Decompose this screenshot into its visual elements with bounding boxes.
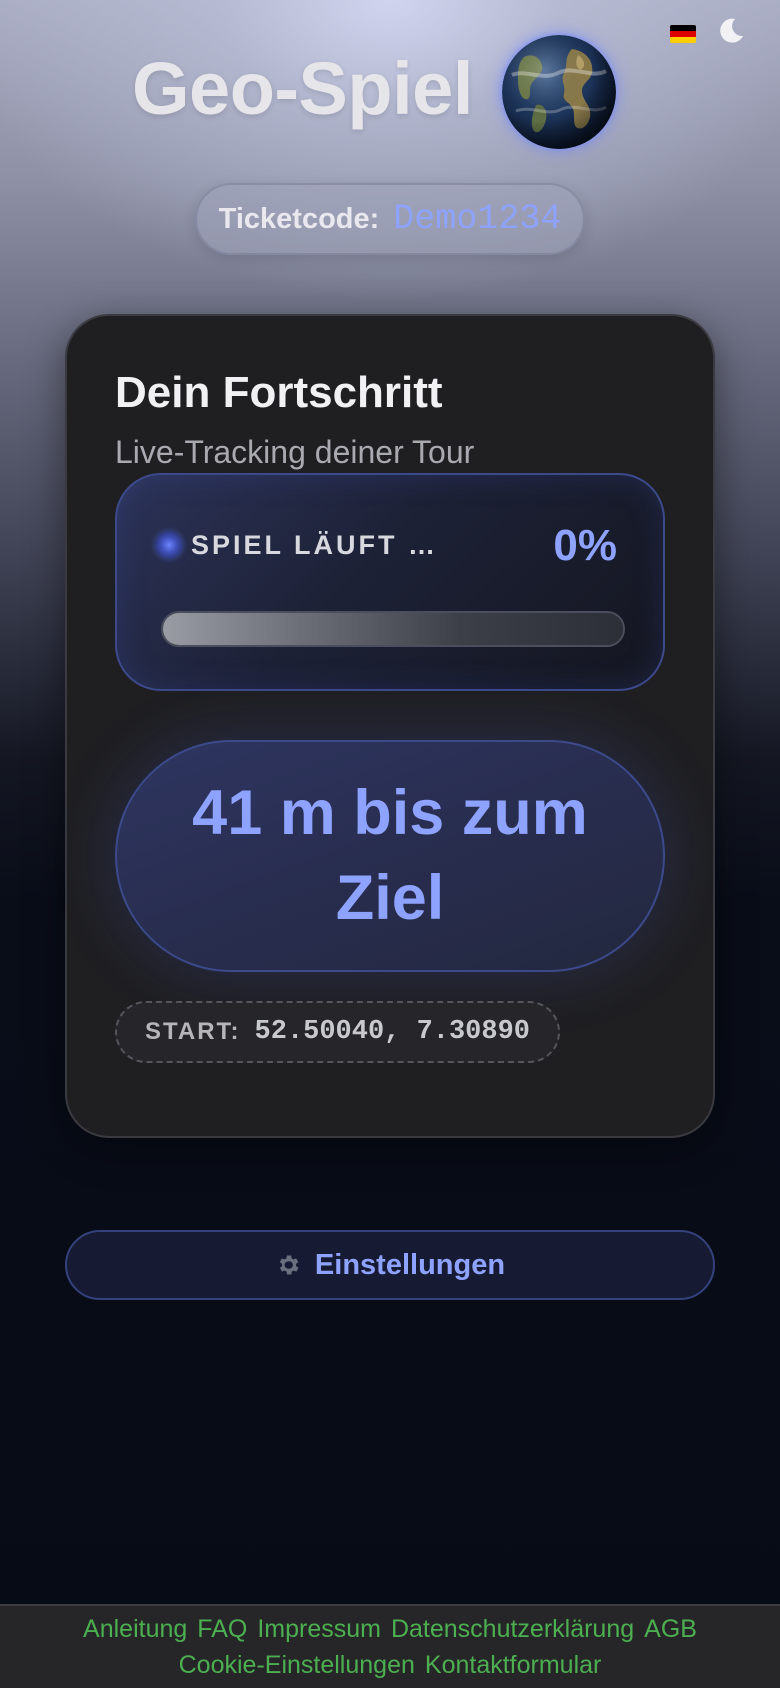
earth-globe-icon xyxy=(502,35,616,149)
ticket-code-value: Demo1234 xyxy=(393,199,562,239)
footer-link-cookie-settings[interactable]: Cookie-Einstellungen xyxy=(179,1649,415,1681)
footer: Anleitung FAQ Impressum Datenschutzerklä… xyxy=(0,1604,780,1688)
gear-icon xyxy=(279,1255,299,1275)
footer-link-datenschutz[interactable]: Datenschutzerklärung xyxy=(391,1613,634,1645)
progress-percent: 0% xyxy=(553,521,617,570)
progress-card-subtitle: Live-Tracking deiner Tour xyxy=(115,434,475,470)
start-label: START: xyxy=(145,1018,241,1045)
footer-link-agb[interactable]: AGB xyxy=(644,1613,697,1645)
settings-button-label: Einstellungen xyxy=(314,1248,506,1281)
footer-link-anleitung[interactable]: Anleitung xyxy=(83,1613,187,1645)
distance-display: 41 m bis zum Ziel xyxy=(115,740,665,972)
progress-card: Dein Fortschritt Live-Tracking deiner To… xyxy=(65,314,715,1138)
footer-link-impressum[interactable]: Impressum xyxy=(257,1613,381,1645)
start-coords-value: 52.50040, 7.30890 xyxy=(254,1017,530,1047)
settings-button[interactable]: Einstellungen xyxy=(65,1230,715,1300)
distance-to-target: 41 m bis zum Ziel xyxy=(192,778,588,933)
footer-link-faq[interactable]: FAQ xyxy=(197,1613,247,1645)
progress-card-title: Dein Fortschritt xyxy=(115,368,443,417)
footer-link-contact-form[interactable]: Kontaktformular xyxy=(425,1649,601,1681)
ticket-code-label: Ticketcode: xyxy=(218,202,380,235)
status-indicator-dot xyxy=(155,531,183,559)
ticket-code-pill: Ticketcode: Demo1234 xyxy=(195,183,585,255)
game-status-text: SPIEL LÄUFT … xyxy=(191,530,439,560)
header: Geo-Spiel xyxy=(0,32,780,152)
start-coordinates: START: 52.50040, 7.30890 xyxy=(115,1001,560,1063)
page-title: Geo-Spiel xyxy=(132,47,473,130)
progress-bar xyxy=(161,611,625,647)
game-status-box: SPIEL LÄUFT … 0% xyxy=(115,473,665,691)
